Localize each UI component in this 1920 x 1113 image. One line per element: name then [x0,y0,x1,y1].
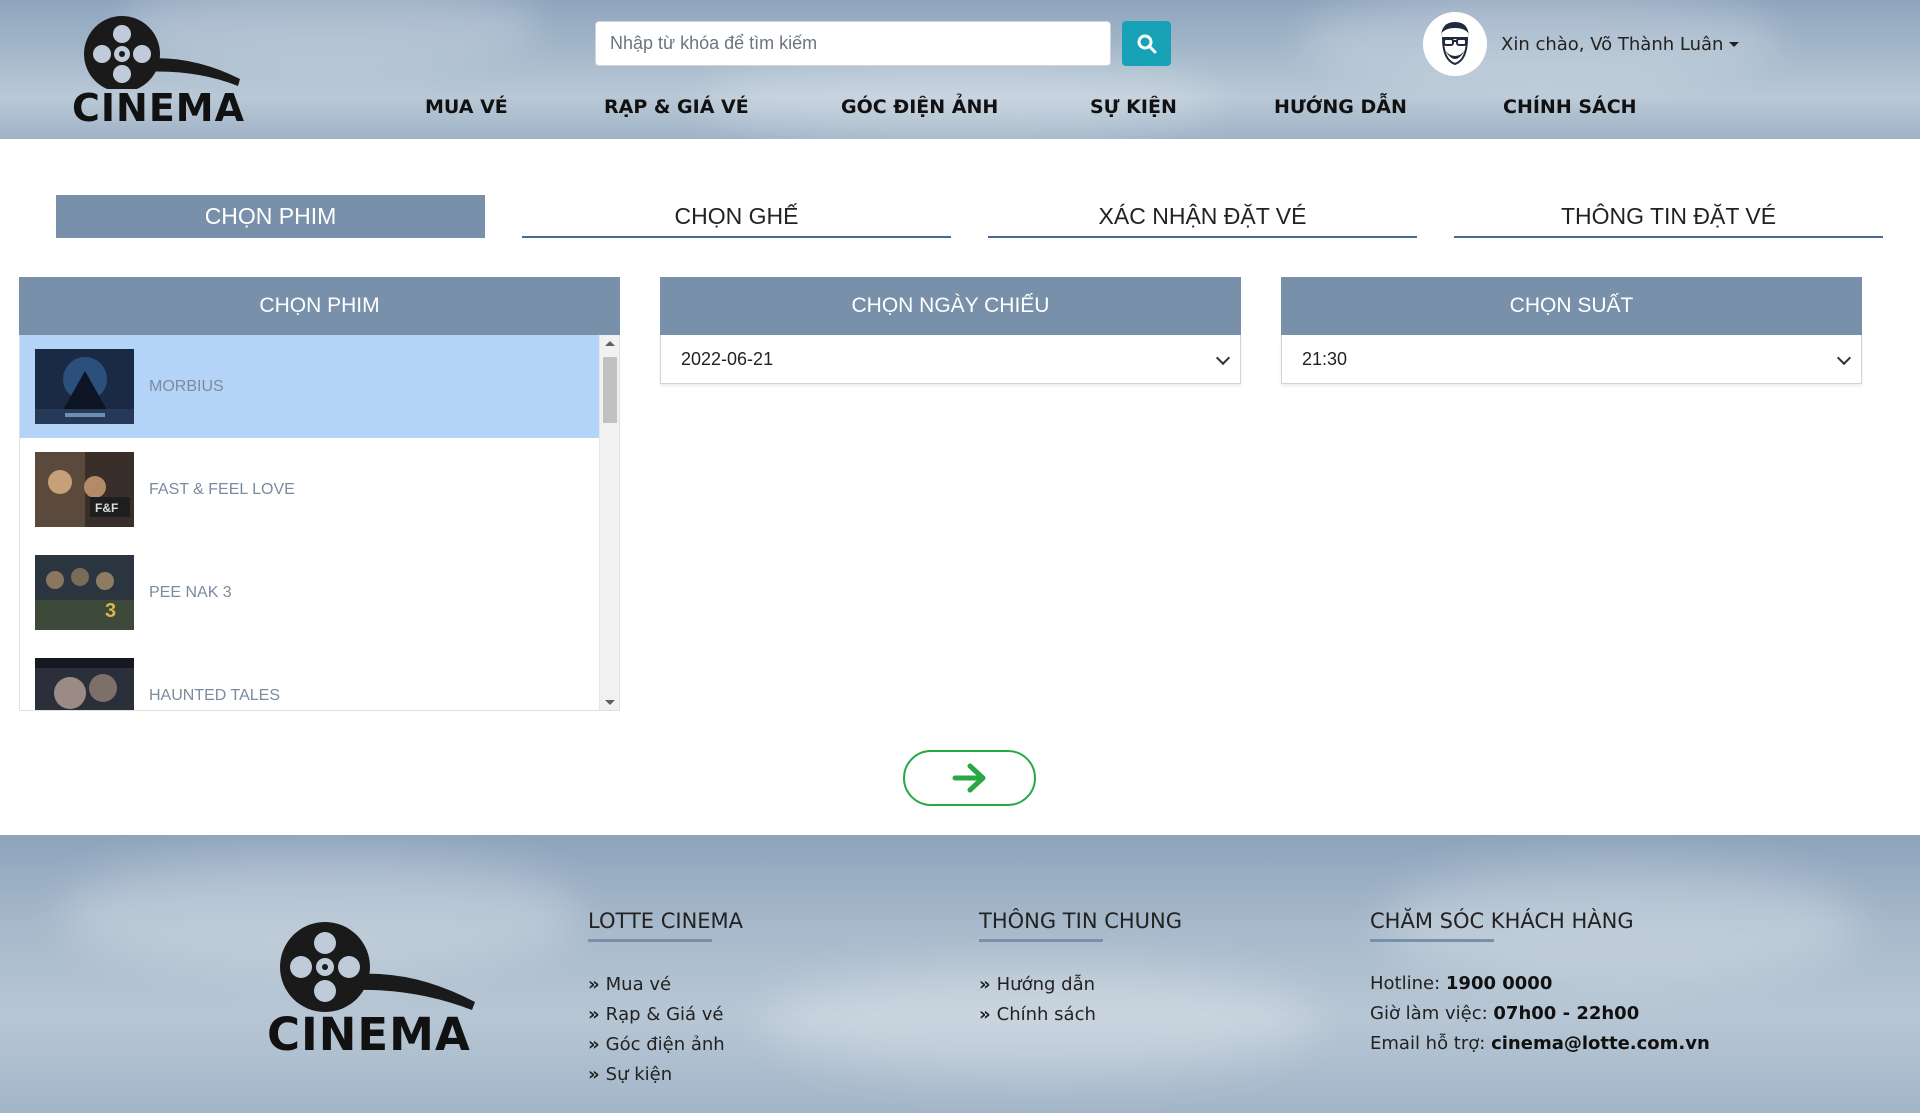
footer-link-buy-ticket[interactable]: » Mua vé [588,969,743,999]
time-panel-header: CHỌN SUẤT [1281,277,1862,335]
nav-movie-corner[interactable]: GÓC ĐIỆN ẢNH [841,96,998,118]
nav-policy[interactable]: CHÍNH SÁCH [1503,96,1637,118]
movie-title: HAUNTED TALES [149,686,280,704]
logo-text: CINEMA [267,1008,471,1061]
time-select-value: 21:30 [1302,349,1348,369]
movie-poster: F&F [35,452,134,527]
site-footer: CINEMA LOTTE CINEMA » Mua vé » Rạp & Giá v… [0,835,1920,1113]
movie-panel-header: CHỌN PHIM [19,277,620,335]
footer-link-label: Góc điện ảnh [605,1033,725,1055]
double-chevron-icon: » [588,1063,600,1085]
footer-divider [1370,939,1494,942]
movie-item-pee-nak-3[interactable]: 3 PEE NAK 3 [20,541,600,644]
site-header: CINEMA Xin chào, Võ Thành Luân [0,0,1920,139]
scroll-thumb[interactable] [603,357,617,423]
svg-text:F&F: F&F [95,501,118,515]
movie-title: MORBIUS [149,377,224,395]
scroll-up-icon[interactable] [605,341,615,346]
search-bar [595,21,1171,66]
movie-title: FAST & FEEL LOVE [149,480,295,498]
email-label: Email hỗ trợ: [1370,1033,1486,1054]
hours-value: 07h00 - 22h00 [1493,1003,1640,1024]
movie-item-fast-feel-love[interactable]: F&F FAST & FEEL LOVE [20,438,600,541]
hours-label: Giờ làm việc: [1370,1003,1488,1024]
working-hours-info: Giờ làm việc: 07h00 - 22h00 [1370,999,1710,1029]
search-button[interactable] [1122,21,1171,66]
footer-link-policy[interactable]: » Chính sách [979,999,1182,1029]
film-reel-icon [84,16,240,92]
step-choose-seat[interactable]: CHỌN GHẾ [522,195,951,238]
hotline-value: 1900 0000 [1445,973,1553,994]
footer-heading: THÔNG TIN CHUNG [979,909,1183,933]
hotline-label: Hotline: [1370,973,1441,994]
double-chevron-icon: » [588,973,600,995]
date-select-value: 2022-06-21 [681,349,774,369]
footer-link-guide[interactable]: » Hướng dẫn [979,969,1182,999]
movie-item-haunted-tales[interactable]: HAUNTED TALES [20,644,600,710]
search-input[interactable] [595,21,1111,66]
email-value[interactable]: cinema@lotte.com.vn [1491,1033,1710,1054]
footer-col-customer-care: CHĂM SÓC KHÁCH HÀNG Hotline: 1900 0000 G… [1370,909,1710,1059]
footer-link-events[interactable]: » Sự kiện [588,1059,743,1089]
nav-guide[interactable]: HƯỚNG DẪN [1274,96,1407,118]
double-chevron-icon: » [979,973,991,995]
double-chevron-icon: » [979,1003,991,1025]
movie-list[interactable]: MORBIUS F&F FAST & FEEL LOVE 3 PEE NAK 3… [19,335,620,711]
user-avatar-icon [1441,22,1469,66]
footer-link-cinemas[interactable]: » Rạp & Giá vé [588,999,743,1029]
film-reel-icon [280,922,475,1012]
footer-cinema-logo[interactable]: CINEMA [265,920,485,1061]
double-chevron-icon: » [588,1003,600,1025]
movie-title: PEE NAK 3 [149,583,232,601]
double-chevron-icon: » [588,1033,600,1055]
next-step-button[interactable] [903,750,1036,806]
footer-link-label: Sự kiện [605,1063,673,1085]
support-email-info: Email hỗ trợ: cinema@lotte.com.vn [1370,1029,1710,1059]
movie-poster: 3 [35,555,134,630]
step-confirm-booking[interactable]: XÁC NHẬN ĐẶT VÉ [988,195,1417,238]
footer-col-lotte: LOTTE CINEMA » Mua vé » Rạp & Giá vé » Góc … [588,909,743,1089]
nav-events[interactable]: SỰ KIỆN [1090,96,1177,118]
main-nav: MUA VÉ RẠP & GIÁ VÉ GÓC ĐIỆN ẢNH SỰ KIỆN… [0,96,1920,122]
scroll-down-icon[interactable] [605,700,615,705]
date-select[interactable]: 2022-06-21 [660,335,1241,384]
footer-link-movie-corner[interactable]: » Góc điện ảnh [588,1029,743,1059]
footer-link-label: Mua vé [605,973,672,995]
movie-poster [35,658,134,710]
movie-list-scrollbar[interactable] [599,335,619,710]
svg-text:3: 3 [105,600,116,622]
time-select[interactable]: 21:30 [1281,335,1862,384]
greeting-text: Xin chào, Võ Thành Luân [1501,33,1724,55]
user-menu[interactable]: Xin chào, Võ Thành Luân [1423,12,1740,76]
footer-heading: LOTTE CINEMA [588,909,744,933]
search-icon [1137,34,1156,53]
avatar[interactable] [1423,12,1487,76]
nav-buy-ticket[interactable]: MUA VÉ [425,96,508,118]
footer-divider [588,939,712,942]
footer-link-label: Rạp & Giá vé [605,1003,724,1025]
step-booking-info[interactable]: THÔNG TIN ĐẶT VÉ [1454,195,1883,238]
movie-poster [35,349,134,424]
nav-cinemas-prices[interactable]: RẠP & GIÁ VÉ [604,96,749,118]
footer-link-label: Hướng dẫn [996,973,1096,995]
footer-heading: CHĂM SÓC KHÁCH HÀNG [1370,909,1634,933]
chevron-down-icon [1215,350,1231,366]
chevron-down-icon [1836,350,1852,366]
movie-item-morbius[interactable]: MORBIUS [20,335,600,438]
date-panel-header: CHỌN NGÀY CHIẾU [660,277,1241,335]
footer-col-general-info: THÔNG TIN CHUNG » Hướng dẫn » Chính sách [979,909,1182,1029]
arrow-right-icon [952,763,985,793]
footer-divider [979,939,1103,942]
user-greeting[interactable]: Xin chào, Võ Thành Luân [1501,33,1740,55]
step-choose-movie[interactable]: CHỌN PHIM [56,195,485,238]
hotline-info: Hotline: 1900 0000 [1370,969,1710,999]
footer-link-label: Chính sách [996,1003,1096,1025]
caret-down-icon [1729,42,1740,47]
